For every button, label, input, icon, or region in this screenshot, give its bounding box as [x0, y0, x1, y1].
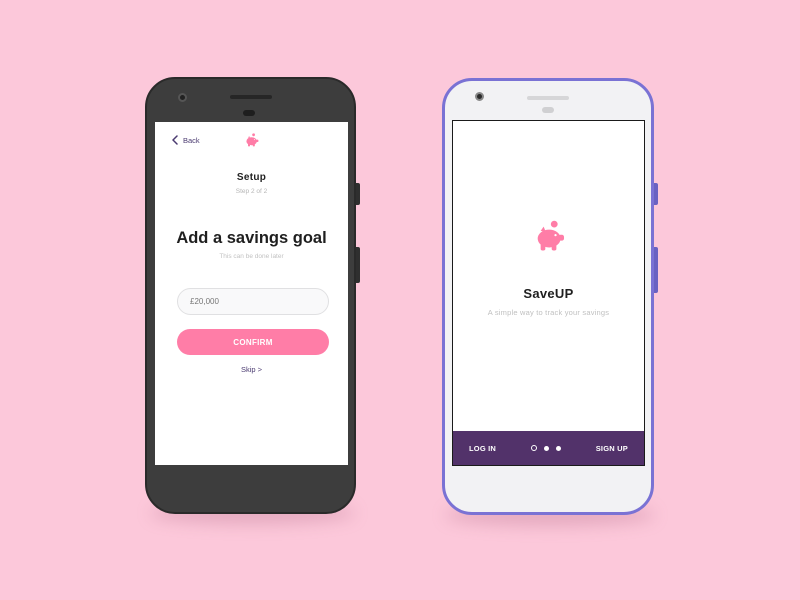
volume-button-right-phone	[654, 247, 658, 293]
volume-button-left-phone	[356, 247, 360, 283]
front-camera	[475, 92, 484, 101]
back-label: Back	[183, 135, 200, 145]
power-button-right-phone	[654, 183, 658, 205]
login-button[interactable]: LOG IN	[469, 444, 496, 453]
pagination-dot-3[interactable]	[555, 445, 561, 451]
chevron-left-icon	[172, 135, 178, 145]
front-camera	[178, 93, 187, 102]
page-subheading: This can be done later	[219, 253, 284, 260]
pagination-dots	[530, 445, 561, 451]
earpiece-speaker	[230, 95, 272, 99]
pagination-dot-1[interactable]	[530, 445, 537, 451]
page-heading: Add a savings goal	[176, 229, 327, 247]
phone-left-device: Back Setup Step 2 of 2 Add a savings goa…	[145, 77, 356, 514]
confirm-button[interactable]: CONFIRM	[177, 329, 329, 355]
power-button-left-phone	[356, 183, 360, 205]
step-indicator: Step 2 of 2	[235, 188, 268, 195]
piggy-bank-icon	[537, 220, 565, 251]
setup-screen: Back Setup Step 2 of 2 Add a savings goa…	[155, 122, 348, 465]
auth-bottom-bar: LOG IN SIGN UP	[453, 431, 644, 465]
proximity-sensor	[243, 110, 255, 116]
phone-right-device: SaveUP A simple way to track your saving…	[442, 78, 654, 515]
app-name: SaveUP	[523, 286, 574, 301]
app-tagline: A simple way to track your savings	[487, 308, 610, 317]
back-button[interactable]: Back	[171, 135, 200, 145]
skip-link[interactable]: Skip >	[155, 365, 348, 374]
piggy-bank-icon	[246, 133, 259, 147]
setup-title: Setup	[236, 172, 267, 183]
proximity-sensor	[542, 107, 554, 113]
welcome-screen: SaveUP A simple way to track your saving…	[452, 120, 645, 466]
earpiece-speaker	[527, 96, 569, 100]
pagination-dot-2[interactable]	[543, 445, 549, 451]
signup-button[interactable]: SIGN UP	[596, 444, 628, 453]
savings-goal-input[interactable]	[177, 288, 329, 315]
